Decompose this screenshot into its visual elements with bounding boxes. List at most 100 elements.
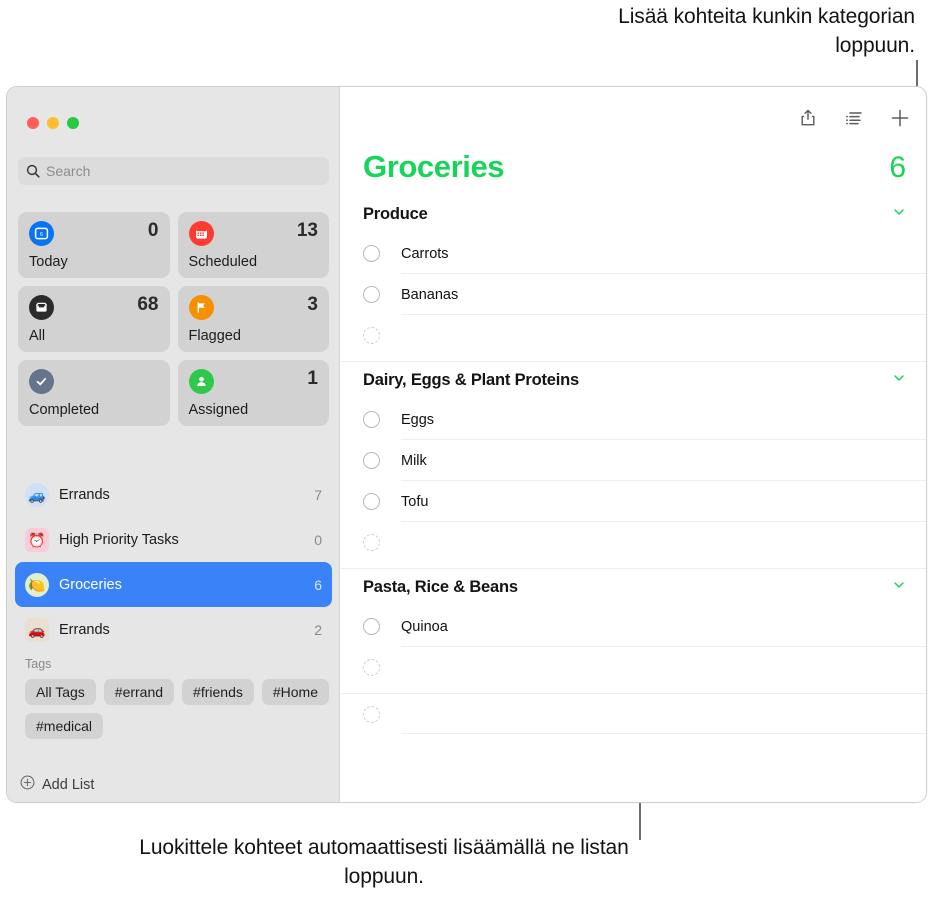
new-reminder-checkbox[interactable] (363, 659, 380, 676)
checkmark-icon (29, 369, 54, 394)
smart-list-flagged[interactable]: 3 Flagged (177, 286, 329, 352)
main-toolbar (797, 107, 911, 129)
alarm-clock-emoji-icon: ⏰ (25, 527, 49, 552)
smart-list-today[interactable]: 6 0 Today (18, 212, 170, 278)
reminder-row[interactable]: Bananas (341, 274, 926, 315)
smart-lists-grid: 6 0 Today 13 Scheduled 68 All 3 Flagged … (18, 212, 329, 426)
tags-section: Tags All Tags #errand #friends #Home #me… (25, 657, 330, 739)
smart-list-scheduled[interactable]: 13 Scheduled (177, 212, 329, 278)
plus-circle-icon (20, 775, 35, 794)
list-item-high-priority-tasks[interactable]: ⏰ High Priority Tasks 0 (15, 517, 332, 562)
tag-friends[interactable]: #friends (182, 679, 254, 705)
tags-section-title: Tags (25, 657, 52, 671)
section-header-produce[interactable]: Produce (341, 195, 926, 233)
new-reminder-row[interactable] (341, 522, 926, 563)
add-list-label: Add List (42, 776, 95, 793)
list-item-errands-1[interactable]: 🚙 Errands 7 (15, 472, 332, 517)
tag-errand[interactable]: #errand (103, 679, 175, 705)
assigned-label: Assigned (188, 402, 249, 418)
reminder-row[interactable]: Eggs (341, 399, 926, 440)
reminder-checkbox[interactable] (363, 452, 380, 469)
reminder-row[interactable]: Quinoa (341, 606, 926, 647)
section-title: Pasta, Rice & Beans (363, 578, 518, 596)
row-separator (401, 733, 926, 734)
section-title: Produce (363, 204, 428, 223)
reminder-checkbox[interactable] (363, 245, 380, 262)
callout-bottom-text: Luokittele kohteet automaattisesti lisää… (139, 836, 629, 888)
reminder-title: Quinoa (401, 618, 448, 635)
all-label: All (29, 328, 46, 344)
completed-label: Completed (29, 402, 100, 418)
reminder-checkbox[interactable] (363, 493, 380, 510)
list-item-count: 6 (314, 576, 322, 593)
zoom-button[interactable] (67, 117, 79, 129)
tag-medical[interactable]: #medical (25, 713, 104, 739)
list-header: Groceries 6 (363, 149, 906, 185)
window-traffic-lights (27, 117, 79, 129)
calendar-icon (188, 221, 214, 246)
chevron-down-icon[interactable] (892, 578, 906, 597)
tag-list: All Tags #errand #friends #Home #medical (25, 679, 330, 739)
new-reminder-row[interactable] (341, 647, 926, 688)
tag-home[interactable]: #Home (261, 679, 329, 705)
list-item-count: 2 (314, 621, 322, 638)
list-total-count: 6 (889, 151, 906, 184)
reminder-checkbox[interactable] (363, 618, 380, 635)
tag-all-tags[interactable]: All Tags (25, 679, 96, 705)
list-item-groceries[interactable]: 🍋 Groceries 6 (15, 562, 332, 607)
section-header-dairy-eggs-plant-proteins[interactable]: Dairy, Eggs & Plant Proteins (341, 361, 926, 399)
callout-top-text: Lisää kohteita kunkin kategorian loppuun… (618, 5, 915, 57)
reminders-window: Search 6 0 Today 13 Scheduled 68 All 3 F… (6, 86, 927, 803)
svg-text:6: 6 (40, 232, 43, 238)
reminder-title: Bananas (401, 286, 459, 303)
reminder-checkbox[interactable] (363, 411, 380, 428)
new-reminder-checkbox[interactable] (363, 327, 380, 344)
scheduled-count: 13 (296, 220, 318, 241)
new-reminder-checkbox[interactable] (363, 534, 380, 551)
share-icon[interactable] (797, 107, 819, 129)
new-reminder-checkbox[interactable] (363, 705, 380, 723)
sidebar: Search 6 0 Today 13 Scheduled 68 All 3 F… (7, 87, 340, 802)
plus-icon[interactable] (889, 107, 911, 129)
minimize-button[interactable] (47, 117, 59, 129)
assigned-count: 1 (307, 368, 318, 389)
reminders-sections: Produce Carrots Bananas Dairy, Eggs & Pl… (341, 195, 926, 802)
lemon-emoji-icon: 🍋 (25, 572, 49, 597)
all-count: 68 (137, 294, 159, 315)
new-reminder-row[interactable] (341, 315, 926, 356)
reminder-title: Eggs (401, 411, 435, 428)
section-header-pasta-rice-beans[interactable]: Pasta, Rice & Beans (341, 568, 926, 606)
inbox-icon (29, 295, 54, 320)
smart-list-assigned[interactable]: 1 Assigned (177, 360, 329, 426)
smart-list-all[interactable]: 68 All (18, 286, 170, 352)
new-reminder-row-trailing[interactable] (341, 693, 926, 734)
list-item-count: 7 (314, 486, 322, 503)
screenshot-stage: Lisää kohteita kunkin kategorian loppuun… (0, 0, 931, 907)
today-count: 0 (147, 220, 159, 241)
reminder-title: Milk (401, 452, 427, 469)
chevron-down-icon[interactable] (892, 205, 906, 224)
reminder-row[interactable]: Carrots (341, 233, 926, 274)
chevron-down-icon[interactable] (892, 371, 906, 390)
page-title: Groceries (363, 149, 505, 184)
list-item-label: Errands (59, 621, 110, 638)
user-lists: 🚙 Errands 7 ⏰ High Priority Tasks 0 🍋 Gr… (15, 472, 332, 652)
main-pane: Groceries 6 Produce Carrots Bananas Dair… (341, 87, 926, 802)
reminder-title: Tofu (401, 493, 429, 510)
list-item-errands-2[interactable]: 🚗 Errands 2 (15, 607, 332, 652)
car-blue-emoji-icon: 🚙 (25, 482, 49, 507)
search-input-placeholder: Search (46, 163, 91, 179)
reminder-row[interactable]: Tofu (341, 481, 926, 522)
reminder-checkbox[interactable] (363, 286, 380, 303)
reminder-row[interactable]: Milk (341, 440, 926, 481)
list-item-label: Errands (59, 486, 110, 503)
list-view-icon[interactable] (843, 107, 865, 129)
add-list-button[interactable]: Add List (20, 775, 94, 794)
person-icon (188, 369, 214, 394)
section-title: Dairy, Eggs & Plant Proteins (363, 371, 579, 389)
smart-list-completed[interactable]: Completed (18, 360, 170, 426)
calendar-today-icon: 6 (29, 221, 54, 246)
flagged-count: 3 (307, 294, 318, 315)
search-field[interactable]: Search (18, 157, 329, 185)
close-button[interactable] (27, 117, 39, 129)
